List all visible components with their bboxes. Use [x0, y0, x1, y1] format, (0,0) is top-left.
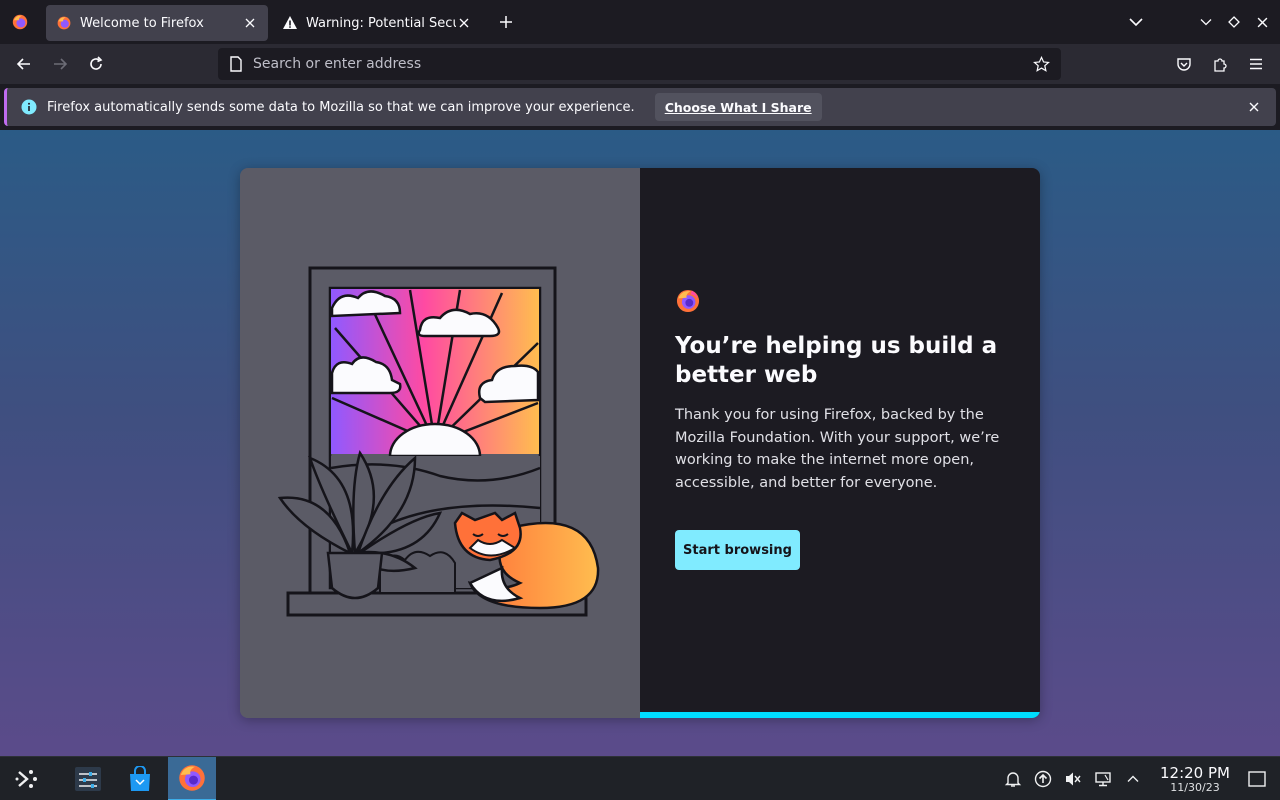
back-button[interactable]: [8, 48, 40, 80]
tab-welcome[interactable]: Welcome to Firefox: [46, 5, 268, 41]
welcome-card: You’re helping us build a better web Tha…: [240, 168, 1040, 718]
welcome-heading: You’re helping us build a better web: [675, 333, 998, 388]
extensions-button[interactable]: [1204, 48, 1236, 80]
navigation-toolbar: [0, 44, 1280, 84]
firefox-logo-icon: [676, 289, 700, 313]
address-bar[interactable]: [218, 48, 1061, 80]
bookmark-star-button[interactable]: [1033, 55, 1050, 73]
page-icon: [230, 56, 242, 72]
star-icon: [1033, 55, 1050, 72]
list-all-tabs-button[interactable]: [1120, 6, 1152, 38]
pocket-button[interactable]: [1168, 48, 1200, 80]
minimize-button[interactable]: [1192, 8, 1220, 36]
show-hidden-icons-button[interactable]: [1118, 764, 1148, 794]
application-launcher[interactable]: [4, 757, 48, 800]
onboarding-progress-bar: [640, 712, 1040, 718]
digital-clock[interactable]: 12:20 PM 11/30/23: [1154, 765, 1236, 794]
puzzle-icon: [1214, 58, 1227, 72]
window-controls: [1120, 0, 1280, 44]
diamond-icon: [1228, 16, 1240, 28]
close-window-button[interactable]: [1248, 8, 1276, 36]
firefox-logo-icon: [12, 14, 28, 30]
address-input[interactable]: [253, 56, 1033, 72]
choose-what-i-share-button[interactable]: Choose What I Share: [654, 93, 822, 121]
forward-button[interactable]: [44, 48, 76, 80]
volume-muted-icon: [1066, 772, 1081, 786]
tab-title: Welcome to Firefox: [80, 15, 204, 31]
updates-tray-button[interactable]: [1028, 764, 1058, 794]
arrow-left-icon: [16, 58, 30, 70]
maximize-button[interactable]: [1220, 8, 1248, 36]
update-arrow-icon: [1034, 770, 1052, 788]
tab-title: Warning: Potential Security Risk Ahead: [306, 15, 456, 31]
app-menu-button[interactable]: [1240, 48, 1272, 80]
arrow-right-icon: [54, 58, 68, 70]
new-tab-button[interactable]: [490, 6, 522, 38]
bell-icon: [1004, 772, 1022, 787]
system-tray: 12:20 PM 11/30/23: [998, 757, 1280, 800]
close-icon: [1249, 102, 1259, 112]
network-tray-button[interactable]: [1088, 764, 1118, 794]
close-notification-button[interactable]: [1244, 97, 1264, 117]
firefox-logo-icon: [57, 16, 71, 30]
warning-icon: [283, 16, 297, 29]
steamdeck-launcher-icon: [15, 769, 37, 788]
firefox-view-button[interactable]: [0, 0, 40, 44]
chevron-down-icon: [1200, 19, 1212, 26]
pocket-icon: [1177, 58, 1191, 71]
close-icon: [245, 18, 255, 28]
settings-sliders-icon: [75, 766, 101, 791]
desktop-icon: [1248, 771, 1266, 787]
firefox-taskbar-item[interactable]: [168, 756, 216, 800]
show-desktop-button[interactable]: [1242, 764, 1272, 794]
toolbar-right: [1164, 48, 1272, 80]
data-collection-notification: Firefox automatically sends some data to…: [4, 88, 1276, 126]
hamburger-menu-icon: [1250, 58, 1262, 70]
close-icon: [459, 18, 469, 28]
clock-date: 11/30/23: [1170, 780, 1220, 794]
page-content: You’re helping us build a better web Tha…: [0, 130, 1280, 756]
notifications-tray-button[interactable]: [998, 764, 1028, 794]
illustration-panel: [240, 168, 640, 718]
chevron-down-icon: [1129, 18, 1143, 27]
start-browsing-button[interactable]: Start browsing: [675, 530, 800, 570]
welcome-description: Thank you for using Firefox, backed by t…: [675, 407, 1000, 491]
reload-icon: [90, 56, 103, 70]
system-settings-taskbar-item[interactable]: [66, 757, 110, 800]
reload-button[interactable]: [80, 48, 112, 80]
shopping-bag-icon: [130, 765, 150, 791]
tab-strip: Welcome to Firefox Warning: Potential Se…: [0, 0, 1280, 44]
plus-icon: [500, 16, 512, 28]
network-wired-icon: [1095, 772, 1111, 787]
firefox-logo-icon: [179, 764, 205, 791]
discover-store-taskbar-item[interactable]: [118, 757, 162, 800]
clock-time: 12:20 PM: [1160, 763, 1230, 782]
chevron-up-icon: [1127, 775, 1139, 782]
system-taskbar: 12:20 PM 11/30/23: [0, 756, 1280, 800]
info-icon: [21, 99, 37, 115]
close-tab-button[interactable]: [456, 15, 472, 31]
close-icon: [1257, 17, 1267, 27]
volume-tray-button[interactable]: [1058, 764, 1088, 794]
tab-security-warning[interactable]: Warning: Potential Security Risk Ahead: [272, 5, 482, 41]
notification-message: Firefox automatically sends some data to…: [47, 99, 635, 115]
close-tab-button[interactable]: [242, 15, 258, 31]
window-fox-illustration: [277, 266, 600, 617]
welcome-text-panel: You’re helping us build a better web Tha…: [640, 168, 1040, 718]
